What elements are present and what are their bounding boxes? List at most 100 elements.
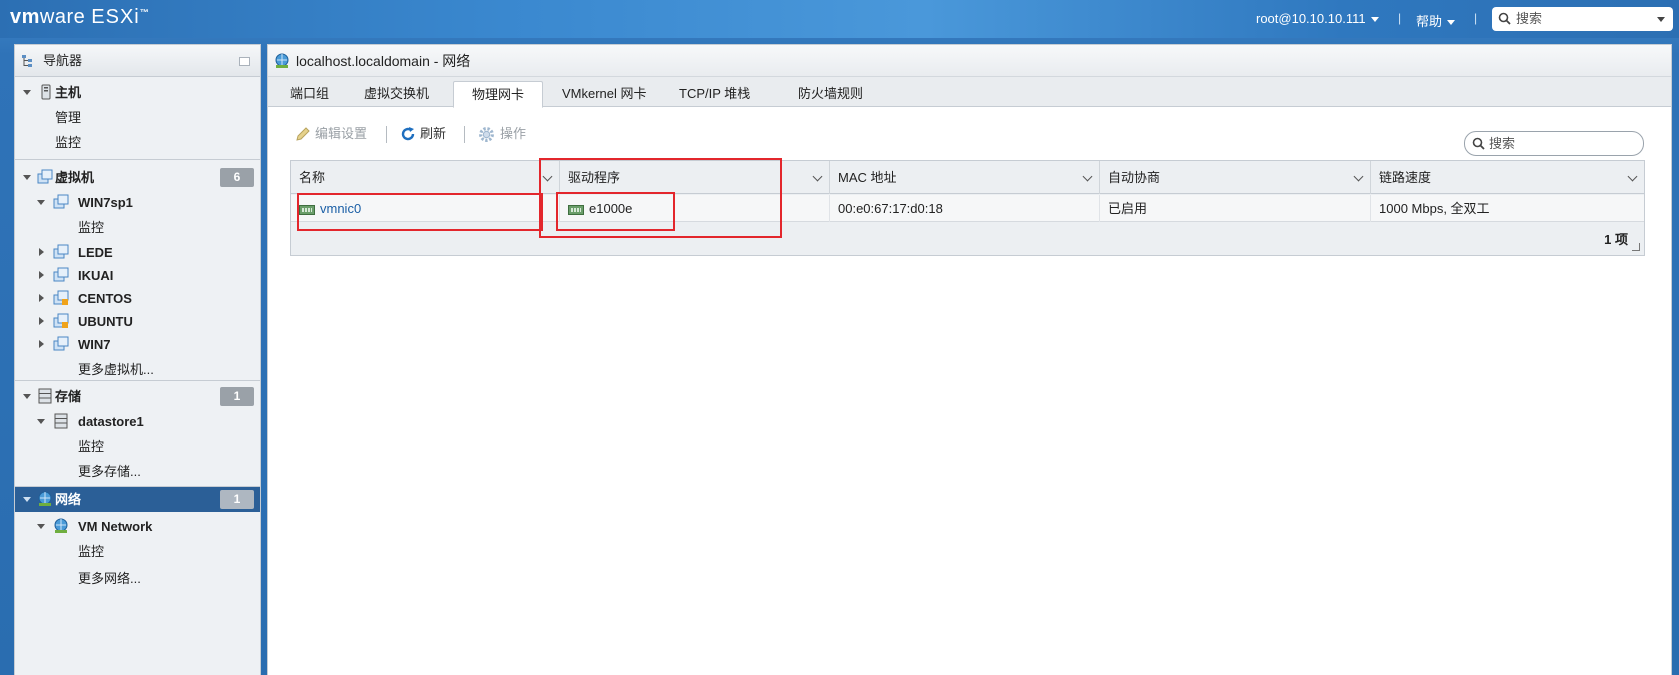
cell-mac: 00:e0:67:17:d0:18 xyxy=(830,195,1100,222)
vm-running-icon xyxy=(53,313,69,328)
chevron-down-icon[interactable] xyxy=(37,200,45,205)
nav-item-port-group[interactable]: VM Network xyxy=(15,514,260,539)
nav-item-port-group-monitor[interactable]: 监控 xyxy=(15,539,260,564)
tab-bar: 端口组 虚拟交换机 物理网卡 VMkernel 网卡 TCP/IP 堆栈 防火墙… xyxy=(268,77,1671,108)
chevron-right-icon[interactable] xyxy=(39,340,44,348)
nav-item-vm[interactable]: CENTOS xyxy=(15,286,260,311)
chevron-down-icon[interactable] xyxy=(23,90,31,95)
datastore-icon xyxy=(54,413,68,429)
navigator-panel: 导航器 主机 管理 监控 虚拟机 6 WIN7sp1 监控 LEDE IKUAI… xyxy=(14,44,261,675)
vm-count-badge: 6 xyxy=(220,168,254,187)
grid-search-input[interactable]: 搜索 xyxy=(1464,131,1644,156)
main-panel: localhost.localdomain - 网络 端口组 虚拟交换机 物理网… xyxy=(267,44,1672,675)
chevron-down-icon[interactable] xyxy=(812,171,823,182)
column-header-autoneg[interactable]: 自动协商 xyxy=(1100,161,1371,194)
network-globe-icon xyxy=(38,491,52,506)
nav-item-host-monitor[interactable]: 监控 xyxy=(15,130,260,155)
page-title: localhost.localdomain - 网络 xyxy=(268,45,1671,77)
network-globe-icon xyxy=(275,53,289,68)
nav-item-vm-monitor[interactable]: 监控 xyxy=(15,215,260,240)
storage-icon xyxy=(38,388,52,404)
chevron-down-icon[interactable] xyxy=(37,524,45,529)
minimize-icon[interactable] xyxy=(239,57,250,66)
nav-item-vm[interactable]: WIN7sp1 xyxy=(15,190,260,215)
chevron-down-icon[interactable] xyxy=(23,175,31,180)
nav-item-more-vms[interactable]: 更多虚拟机... xyxy=(15,357,260,382)
user-menu[interactable]: root@10.10.10.111 xyxy=(1256,11,1379,26)
chevron-down-icon[interactable] xyxy=(23,394,31,399)
resize-handle-icon[interactable] xyxy=(1632,243,1640,251)
nic-link[interactable]: vmnic0 xyxy=(320,201,361,216)
chevron-right-icon[interactable] xyxy=(39,248,44,256)
cell-name: vmnic0 xyxy=(291,195,560,222)
top-bar: vmware ESXi™ root@10.10.10.111 | 帮助 | 搜索 xyxy=(0,0,1679,38)
physical-nics-table: 名称 驱动程序 MAC 地址 自动协商 链路速度 vmnic0 e1000e 0… xyxy=(290,160,1645,256)
nav-item-more-networks[interactable]: 更多网络... xyxy=(15,566,260,591)
chevron-right-icon[interactable] xyxy=(39,317,44,325)
nic-icon xyxy=(299,204,315,215)
tab-tcpip-stacks[interactable]: TCP/IP 堆栈 xyxy=(661,81,768,107)
cell-speed: 1000 Mbps, 全双工 xyxy=(1379,201,1490,216)
nav-item-vms[interactable]: 虚拟机 6 xyxy=(15,165,260,190)
chevron-down-icon[interactable] xyxy=(23,497,31,502)
chevron-down-icon[interactable] xyxy=(1627,171,1638,182)
nav-item-host-manage[interactable]: 管理 xyxy=(15,105,260,130)
chevron-right-icon[interactable] xyxy=(39,294,44,302)
vm-icon xyxy=(53,244,69,259)
actions-button[interactable]: 操作 xyxy=(478,125,526,143)
column-header-name[interactable]: 名称 xyxy=(291,161,560,194)
nav-item-vm[interactable]: LEDE xyxy=(15,240,260,265)
tab-virtual-switches[interactable]: 虚拟交换机 xyxy=(346,81,447,107)
search-icon xyxy=(1498,12,1511,25)
pencil-icon xyxy=(296,127,310,141)
nav-item-datastore[interactable]: datastore1 xyxy=(15,409,260,434)
nav-section-host: 主机 管理 监控 xyxy=(15,80,260,160)
nic-icon xyxy=(568,204,584,215)
tab-firewall-rules[interactable]: 防火墙规则 xyxy=(780,81,881,107)
nav-item-vm[interactable]: UBUNTU xyxy=(15,309,260,334)
nav-item-datastore-monitor[interactable]: 监控 xyxy=(15,434,260,459)
storage-count-badge: 1 xyxy=(220,387,254,406)
nav-item-more-storage[interactable]: 更多存储... xyxy=(15,459,260,484)
global-search-input[interactable]: 搜索 xyxy=(1492,7,1673,31)
chevron-right-icon[interactable] xyxy=(39,271,44,279)
help-menu[interactable]: 帮助 xyxy=(1416,11,1456,30)
vm-icon xyxy=(53,267,69,282)
nav-section-network: 网络 1 VM Network 监控 更多网络... xyxy=(15,487,260,591)
column-header-driver[interactable]: 驱动程序 xyxy=(560,161,830,194)
tab-vmkernel-nics[interactable]: VMkernel 网卡 xyxy=(544,81,665,107)
chevron-down-icon[interactable] xyxy=(1657,17,1665,22)
nav-item-vm[interactable]: IKUAI xyxy=(15,263,260,288)
nav-item-network[interactable]: 网络 1 xyxy=(15,487,260,512)
tab-port-groups[interactable]: 端口组 xyxy=(272,81,347,107)
gear-icon xyxy=(479,127,494,142)
vm-icon xyxy=(53,336,69,351)
chevron-down-icon[interactable] xyxy=(1082,171,1093,182)
vm-running-icon xyxy=(53,290,69,305)
nav-section-storage: 存储 1 datastore1 监控 更多存储... xyxy=(15,384,260,487)
toolbar: 编辑设置 刷新 操作 xyxy=(268,115,1671,145)
toolbar-divider xyxy=(386,126,387,143)
tab-physical-nics[interactable]: 物理网卡 xyxy=(453,81,544,108)
nav-item-vm[interactable]: WIN7 xyxy=(15,332,260,357)
refresh-button[interactable]: 刷新 xyxy=(400,125,446,143)
network-globe-icon xyxy=(54,518,68,533)
separator: | xyxy=(1398,11,1402,25)
chevron-down-icon xyxy=(1370,17,1379,23)
column-header-mac[interactable]: MAC 地址 xyxy=(830,161,1100,194)
chevron-down-icon[interactable] xyxy=(542,171,553,182)
navigator-icon xyxy=(22,55,32,67)
chevron-down-icon[interactable] xyxy=(1353,171,1364,182)
table-header: 名称 驱动程序 MAC 地址 自动协商 链路速度 xyxy=(291,161,1644,194)
table-row[interactable]: vmnic0 e1000e 00:e0:67:17:d0:18 已启用 1000… xyxy=(291,195,1644,222)
navigator-header: 导航器 xyxy=(15,45,260,77)
column-header-speed[interactable]: 链路速度 xyxy=(1371,161,1644,194)
network-count-badge: 1 xyxy=(220,490,254,509)
vm-icon xyxy=(37,169,53,184)
toolbar-divider xyxy=(464,126,465,143)
edit-settings-button[interactable]: 编辑设置 xyxy=(295,125,367,143)
chevron-down-icon[interactable] xyxy=(37,419,45,424)
item-count: 1 项 xyxy=(1604,232,1628,247)
nav-item-storage[interactable]: 存储 1 xyxy=(15,384,260,409)
nav-item-host[interactable]: 主机 xyxy=(15,80,260,105)
